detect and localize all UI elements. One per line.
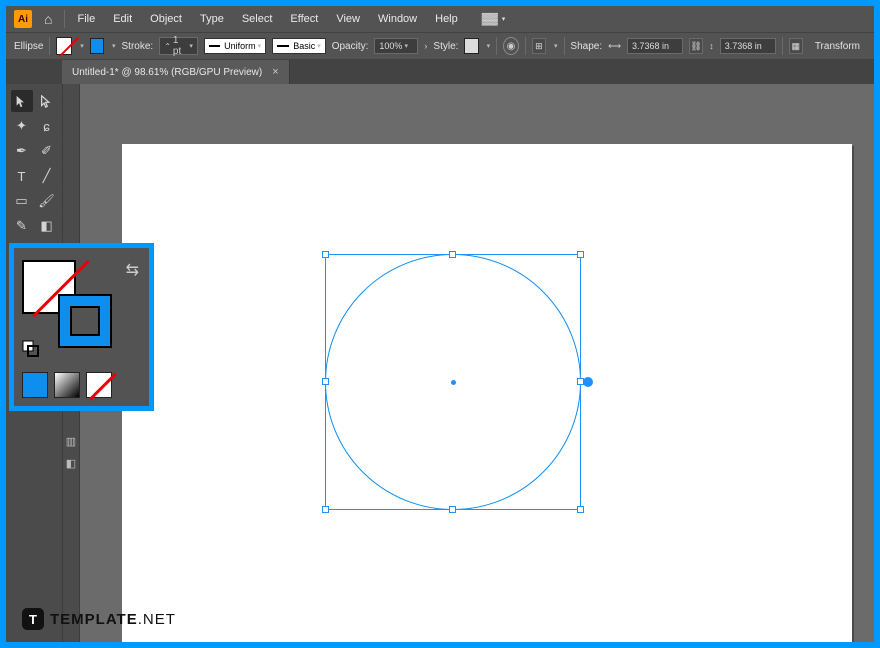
selection-tool[interactable] xyxy=(11,90,33,112)
watermark: T TEMPLATE.NET xyxy=(22,608,176,630)
transform-link[interactable]: Transform xyxy=(809,41,866,52)
resize-handle[interactable] xyxy=(577,251,584,258)
app-logo-icon[interactable]: Ai xyxy=(14,10,32,28)
menu-window[interactable]: Window xyxy=(370,9,425,29)
stroke-swatch[interactable] xyxy=(90,38,104,54)
stroke-profile-dropdown[interactable]: Uniform▾ xyxy=(204,38,266,54)
stroke-weight-value: 1 pt xyxy=(173,35,185,57)
workspace-switcher[interactable]: ▓▓ ▾ xyxy=(482,13,506,25)
graphic-style-swatch[interactable] xyxy=(464,38,478,54)
menu-help[interactable]: Help xyxy=(427,9,466,29)
fill-swatch[interactable] xyxy=(56,37,72,55)
shape-height-field[interactable]: 3.7368 in xyxy=(720,38,776,54)
brush-dropdown[interactable]: Basic▾ xyxy=(272,38,326,54)
swap-fill-stroke-icon[interactable]: ⇆ xyxy=(126,260,139,280)
rectangle-tool[interactable]: ▭ xyxy=(11,190,33,212)
stroke-profile-label: Uniform xyxy=(224,41,256,51)
style-label: Style: xyxy=(433,41,458,52)
watermark-icon: T xyxy=(22,608,44,630)
default-fill-stroke-icon[interactable] xyxy=(22,340,40,358)
line-tool[interactable]: ╱ xyxy=(36,165,58,187)
control-bar: Ellipse ▾ ▾ Stroke: ⌃ 1 pt ▾ Uniform▾ Ba… xyxy=(6,32,874,60)
resize-handle[interactable] xyxy=(449,506,456,513)
chevron-down-icon[interactable]: ▾ xyxy=(487,42,491,50)
menu-bar: Ai ⌂ File Edit Object Type Select Effect… xyxy=(6,6,874,32)
lasso-tool[interactable]: ɕ xyxy=(36,115,58,137)
width-icon: ⟷ xyxy=(608,41,621,52)
magic-wand-tool[interactable]: ✦ xyxy=(11,115,33,137)
selected-shape-label: Ellipse xyxy=(14,41,43,52)
resize-handle[interactable] xyxy=(322,506,329,513)
align-button[interactable]: ⊞ xyxy=(532,38,546,54)
curvature-tool[interactable]: ✐ xyxy=(36,140,58,162)
document-tab-bar: Untitled-1* @ 98.61% (RGB/GPU Preview) × xyxy=(6,60,874,84)
chevron-down-icon[interactable]: ▾ xyxy=(554,42,558,50)
link-dimensions-icon[interactable]: ⛓ xyxy=(689,38,703,54)
chevron-down-icon[interactable]: ▾ xyxy=(112,42,116,50)
panel-icon[interactable]: ▥ xyxy=(64,434,78,448)
document-tab-title: Untitled-1* @ 98.61% (RGB/GPU Preview) xyxy=(72,67,262,78)
resize-handle[interactable] xyxy=(449,251,456,258)
color-mode-gradient[interactable] xyxy=(54,372,80,398)
color-mode-solid[interactable] xyxy=(22,372,48,398)
opacity-label: Opacity: xyxy=(332,41,369,52)
shape-properties-label: Shape: xyxy=(570,41,602,52)
resize-handle[interactable] xyxy=(322,251,329,258)
shape-width-field[interactable]: 3.7368 in xyxy=(627,38,683,54)
menu-object[interactable]: Object xyxy=(142,9,190,29)
close-tab-button[interactable]: × xyxy=(272,66,278,78)
menu-view[interactable]: View xyxy=(328,9,368,29)
menu-select[interactable]: Select xyxy=(234,9,281,29)
canvas-area[interactable] xyxy=(80,84,874,642)
home-icon[interactable]: ⌂ xyxy=(36,11,60,27)
stroke-color-well[interactable] xyxy=(58,294,112,348)
stroke-weight-field[interactable]: ⌃ 1 pt ▾ xyxy=(159,37,198,55)
type-tool[interactable]: T xyxy=(11,165,33,187)
shaper-tool[interactable]: ✎ xyxy=(11,215,33,237)
stroke-label: Stroke: xyxy=(122,41,154,52)
resize-handle[interactable] xyxy=(577,506,584,513)
color-panel: ⇆ xyxy=(14,248,149,406)
menu-edit[interactable]: Edit xyxy=(105,9,140,29)
resize-handle[interactable] xyxy=(322,378,329,385)
chevron-right-icon[interactable]: › xyxy=(424,41,427,51)
transform-panel-icon[interactable]: ▦ xyxy=(789,38,803,54)
brush-label: Basic xyxy=(293,41,315,51)
menu-type[interactable]: Type xyxy=(192,9,232,29)
color-panel-callout: ⇆ xyxy=(9,243,154,411)
recolor-icon[interactable]: ◉ xyxy=(503,37,519,55)
paintbrush-tool[interactable]: 🖌 xyxy=(36,190,58,212)
chevron-down-icon[interactable]: ▾ xyxy=(80,42,84,50)
pen-tool[interactable]: ✒ xyxy=(11,140,33,162)
watermark-text: TEMPLATE.NET xyxy=(50,611,176,628)
selection-bounding-box[interactable] xyxy=(325,254,581,510)
height-icon: ↕ xyxy=(709,41,714,51)
eraser-tool[interactable]: ◧ xyxy=(36,215,58,237)
live-shape-widget-icon[interactable] xyxy=(583,377,593,387)
document-tab[interactable]: Untitled-1* @ 98.61% (RGB/GPU Preview) × xyxy=(62,60,290,84)
menu-file[interactable]: File xyxy=(69,9,103,29)
direct-selection-tool[interactable] xyxy=(36,90,58,112)
menu-items: File Edit Object Type Select Effect View… xyxy=(69,9,465,29)
opacity-field[interactable]: 100%▾ xyxy=(374,38,418,54)
color-mode-row xyxy=(22,372,112,398)
panel-icon[interactable]: ◧ xyxy=(64,456,78,470)
menu-effect[interactable]: Effect xyxy=(282,9,326,29)
color-mode-none[interactable] xyxy=(86,372,112,398)
